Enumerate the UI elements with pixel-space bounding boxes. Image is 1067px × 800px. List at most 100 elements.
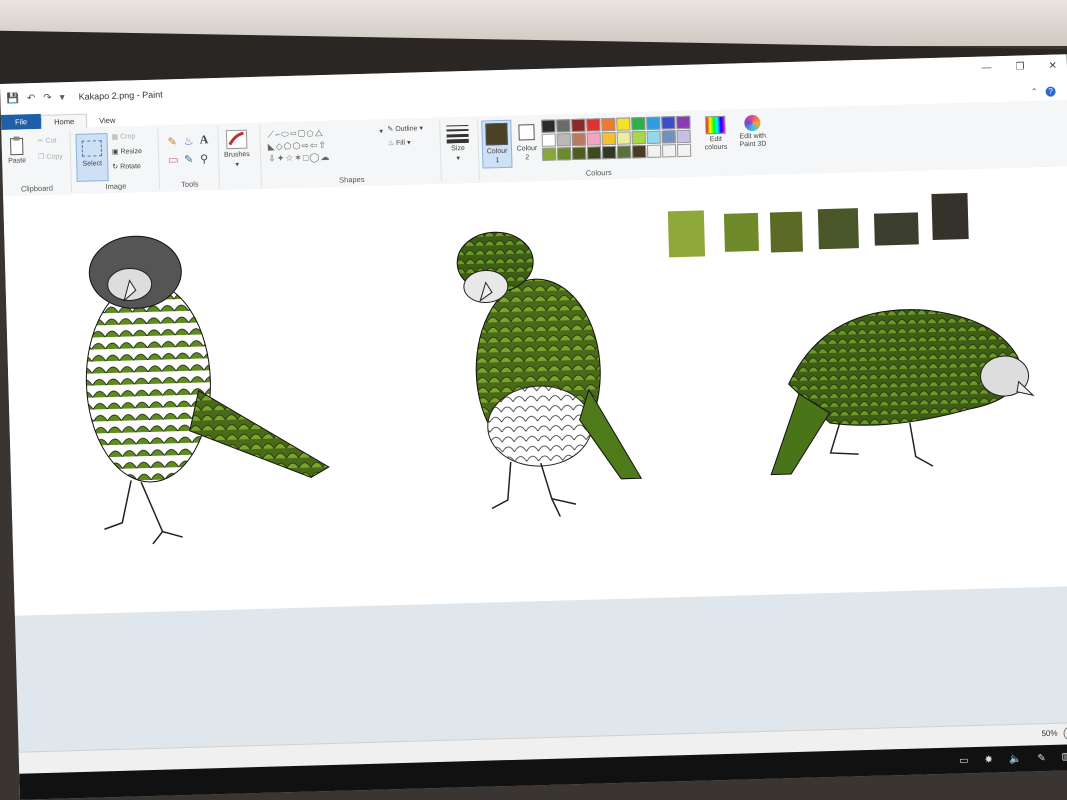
- zoom-out-icon[interactable]: −: [1063, 726, 1067, 741]
- palette-colour-swatch[interactable]: [646, 144, 662, 158]
- drawing-canvas[interactable]: [3, 166, 1067, 616]
- palette-colour-swatch[interactable]: [631, 130, 646, 145]
- paste-label: Paste: [8, 157, 27, 165]
- tab-view[interactable]: View: [87, 113, 127, 127]
- clipboard-icon: [9, 136, 24, 156]
- palette-colour-swatch[interactable]: [676, 129, 691, 144]
- colour2-button[interactable]: Colour 2: [513, 119, 540, 166]
- four-point-star-shape-icon[interactable]: ✦: [277, 153, 286, 163]
- edit-colours-button[interactable]: Edit colours: [701, 115, 730, 153]
- rotate-button[interactable]: ↻ Rotate: [112, 162, 141, 171]
- palette-colour-swatch[interactable]: [556, 133, 571, 147]
- size-button[interactable]: Size ▾: [445, 123, 470, 163]
- palette-colour-swatch[interactable]: [541, 133, 556, 147]
- copy-button[interactable]: ❐ Copy: [38, 152, 63, 161]
- redo-icon[interactable]: ↷: [43, 92, 52, 103]
- tools-group-label: Tools: [180, 179, 199, 189]
- magnifier-icon[interactable]: ⚲: [200, 152, 208, 165]
- right-arrow-shape-icon[interactable]: ⇨: [301, 140, 310, 150]
- tab-file[interactable]: File: [0, 113, 42, 130]
- right-triangle-shape-icon[interactable]: ◣: [268, 141, 276, 151]
- palette-colour-swatch[interactable]: [616, 117, 631, 131]
- up-arrow-shape-icon[interactable]: ⇧: [318, 140, 327, 150]
- palette-colour-swatch[interactable]: [676, 143, 692, 158]
- paste-button[interactable]: Paste: [7, 135, 27, 165]
- select-button[interactable]: Select: [75, 133, 109, 182]
- brushes-button[interactable]: Brushes ▾: [223, 129, 250, 169]
- eraser-icon[interactable]: ▭: [168, 153, 179, 166]
- palette-colour-swatch[interactable]: [586, 132, 601, 146]
- palette-colour-swatch[interactable]: [601, 145, 617, 160]
- edit-colours-label: Edit colours: [704, 135, 728, 152]
- five-point-star-shape-icon[interactable]: ☆: [285, 153, 294, 163]
- palette-colour-swatch[interactable]: [631, 144, 647, 159]
- palette-colour-swatch[interactable]: [661, 130, 676, 144]
- palette-colour-swatch[interactable]: [661, 116, 676, 130]
- palette-colour-swatch[interactable]: [601, 131, 616, 146]
- color-picker-icon[interactable]: ✎: [184, 153, 194, 166]
- cloud-callout-shape-icon[interactable]: ☁: [320, 152, 330, 162]
- window-title: Kakapo 2.png - Paint: [78, 89, 163, 102]
- palette-colour-swatch[interactable]: [541, 119, 556, 133]
- tab-home[interactable]: Home: [40, 113, 88, 129]
- rounded-rect-shape-icon[interactable]: ▢: [298, 128, 306, 138]
- cut-label: Cut: [45, 136, 57, 145]
- fill-button[interactable]: ♨ Fill ▾: [388, 139, 411, 147]
- palette-colour-swatch[interactable]: [631, 116, 646, 131]
- pentagon-shape-icon[interactable]: ⬠: [284, 141, 293, 151]
- volume-icon[interactable]: 🔈: [1009, 754, 1022, 765]
- collapse-ribbon-icon[interactable]: ⌃: [1031, 87, 1038, 96]
- resize-button[interactable]: ▣ Resize: [112, 147, 142, 156]
- text-tool-icon[interactable]: A: [199, 132, 208, 147]
- keyboard-icon[interactable]: ⌨: [1062, 752, 1067, 763]
- palette-colour-swatch[interactable]: [571, 146, 587, 161]
- window-controls: — ❐ ✕: [981, 60, 1057, 73]
- help-icon[interactable]: ?: [1045, 86, 1056, 97]
- down-arrow-shape-icon[interactable]: ⇩: [268, 153, 277, 163]
- clipboard-group-label: Clipboard: [20, 183, 54, 194]
- palette-colour-swatch[interactable]: [616, 145, 632, 159]
- palette-colour-swatch[interactable]: [571, 132, 586, 147]
- palette-colour-swatch[interactable]: [676, 115, 691, 130]
- shapes-group: ⟋∽⬭▭▢⬠△ ◣◇⬠⬡⇨⇦⇧ ⇩✦☆✶□◯☁ ▾ ✎ Outline ▾ ♨ Fil…: [261, 119, 442, 187]
- palette-colour-swatch[interactable]: [586, 118, 601, 132]
- colour1-button[interactable]: Colour 1: [481, 119, 513, 169]
- maximize-icon[interactable]: ❐: [1015, 61, 1024, 72]
- save-icon[interactable]: 💾: [6, 93, 19, 104]
- colours-group: Colour 1 Colour 2 Edit colours Edit with…: [479, 110, 777, 180]
- pen-icon[interactable]: ✎: [1037, 753, 1046, 764]
- undo-icon[interactable]: ↶: [27, 93, 36, 104]
- palette-colour-swatch[interactable]: [661, 144, 677, 158]
- palette-colour-swatch[interactable]: [571, 118, 586, 133]
- shapes-scroll-icon[interactable]: ▾: [379, 127, 383, 135]
- palette-colour-swatch[interactable]: [646, 130, 661, 144]
- colour2-label: Colour: [516, 145, 538, 153]
- fill-bucket-icon[interactable]: ♨: [183, 135, 194, 148]
- tablet-icon[interactable]: ▭: [959, 755, 969, 766]
- palette-colour-swatch[interactable]: [556, 119, 571, 133]
- palette-colour-swatch[interactable]: [586, 146, 602, 160]
- hexagon-shape-icon[interactable]: ⬡: [292, 141, 301, 151]
- palette-colour-swatch[interactable]: [556, 147, 572, 161]
- palette-colour-swatch[interactable]: [541, 147, 557, 161]
- kakapo-centre: [456, 231, 643, 517]
- copy-icon: ❐: [37, 153, 45, 161]
- triangle-shape-icon[interactable]: △: [315, 128, 324, 138]
- crop-button[interactable]: ▦ Crop: [111, 132, 135, 141]
- minimize-icon[interactable]: —: [981, 62, 991, 73]
- outline-button[interactable]: ✎ Outline ▾: [387, 124, 423, 133]
- customize-dropdown-icon[interactable]: ▾: [59, 92, 64, 103]
- colour2-number: 2: [525, 154, 530, 162]
- palette-colour-swatch[interactable]: [601, 117, 616, 132]
- edit-with-paint-3d-button[interactable]: Edit with Paint 3D: [733, 114, 772, 149]
- palette-colour-swatch[interactable]: [616, 131, 631, 145]
- shapes-gallery[interactable]: ⟋∽⬭▭▢⬠△ ◣◇⬠⬡⇨⇦⇧ ⇩✦☆✶□◯☁: [267, 125, 380, 166]
- close-icon[interactable]: ✕: [1048, 60, 1057, 71]
- cut-button[interactable]: ✂ Cut: [37, 136, 57, 145]
- six-point-star-shape-icon[interactable]: ✶: [294, 153, 303, 163]
- oval-callout-shape-icon[interactable]: ◯: [309, 152, 320, 162]
- pencil-icon[interactable]: ✎: [167, 135, 178, 148]
- left-arrow-shape-icon[interactable]: ⇦: [310, 140, 319, 150]
- wifi-icon[interactable]: ✸: [984, 755, 993, 766]
- palette-colour-swatch[interactable]: [646, 116, 661, 130]
